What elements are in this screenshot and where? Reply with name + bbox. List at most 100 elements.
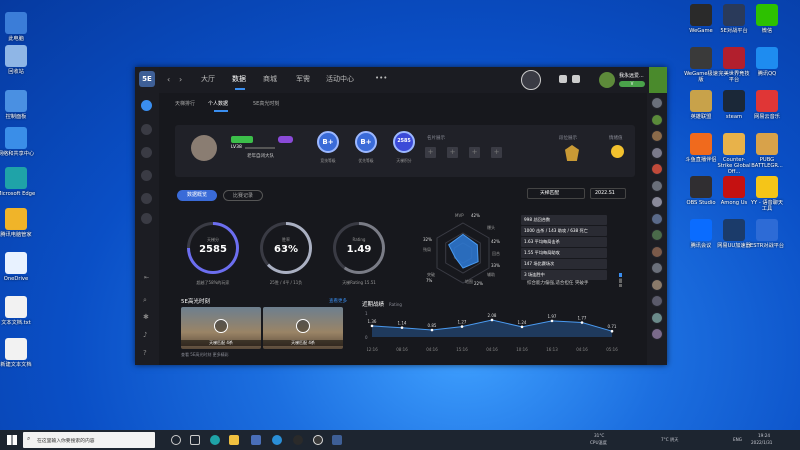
recent-point[interactable]: [430, 328, 434, 332]
friend-avatar[interactable]: [651, 113, 663, 126]
clock-time[interactable]: 19:24: [758, 433, 770, 438]
desktop-icon[interactable]: 控制面板: [0, 90, 46, 120]
desktop-icon[interactable]: ESTR对战平台: [749, 219, 785, 249]
highlights-more[interactable]: 查看更多: [329, 298, 347, 304]
page-dots[interactable]: [619, 273, 622, 287]
rank-badge[interactable]: B+: [317, 131, 339, 153]
settings-icon[interactable]: ✱: [143, 313, 149, 321]
desktop-icon[interactable]: 腾讯电脑管家: [0, 208, 46, 238]
friend-avatar[interactable]: [651, 179, 663, 192]
bell-icon[interactable]: ♪: [143, 331, 147, 339]
obs-icon[interactable]: [293, 435, 303, 445]
desktop-icon[interactable]: WeGame: [683, 4, 719, 34]
notification-icon[interactable]: [559, 75, 567, 83]
friend-avatar[interactable]: [651, 278, 663, 291]
expand-icon[interactable]: ⇤: [144, 274, 149, 281]
forward-icon[interactable]: ›: [179, 75, 182, 84]
desktop-icon[interactable]: 斗鱼直播伴侣: [683, 133, 719, 163]
friend-avatar[interactable]: [651, 212, 663, 225]
desktop-icon[interactable]: steam: [716, 90, 752, 120]
recent-point[interactable]: [520, 325, 524, 329]
recent-point[interactable]: [370, 324, 374, 328]
friend-avatar[interactable]: [651, 262, 663, 274]
start-icon[interactable]: [7, 435, 17, 445]
subtab[interactable]: 个人数据: [208, 100, 228, 107]
cortana-icon[interactable]: [171, 435, 181, 445]
tray-temp[interactable]: 7°C 阴天: [661, 437, 678, 443]
title-slot[interactable]: +: [447, 147, 458, 158]
home-icon[interactable]: [141, 100, 152, 111]
friend-avatar[interactable]: [651, 130, 663, 142]
friend-avatar[interactable]: [651, 328, 663, 340]
desktop-icon[interactable]: 微信: [749, 4, 785, 34]
desktop-icon[interactable]: 网易云音乐: [749, 90, 785, 120]
desktop-icon[interactable]: 网络和共享中心: [0, 127, 46, 157]
nav-tab[interactable]: 军需: [296, 74, 310, 84]
profile-avatar[interactable]: [191, 135, 217, 161]
desktop-icon[interactable]: 新建文本文档: [0, 338, 46, 368]
desktop-icon[interactable]: OBS Studio: [683, 176, 719, 206]
filter-button[interactable]: 比赛记录: [223, 190, 263, 201]
desktop-icon[interactable]: 腾讯QQ: [749, 47, 785, 77]
nav-tab[interactable]: 大厅: [201, 74, 215, 84]
friend-avatar[interactable]: [651, 245, 663, 258]
back-icon[interactable]: ‹: [167, 75, 170, 84]
desktop-icon[interactable]: Microsoft Edge: [0, 167, 46, 197]
friend-avatar[interactable]: [651, 163, 663, 175]
recent-point[interactable]: [490, 318, 494, 322]
tray-lang[interactable]: ENG: [733, 437, 742, 442]
friend-avatar[interactable]: [651, 295, 663, 307]
desktop-icon[interactable]: 网易UU加速器: [716, 219, 752, 249]
recent-point[interactable]: [580, 321, 584, 324]
friend-avatar[interactable]: [651, 196, 663, 208]
desktop-icon[interactable]: 英雄联盟: [683, 90, 719, 120]
highlight-clip[interactable]: 天梯匹配 4杀: [181, 307, 261, 349]
desktop-icon[interactable]: 回收站: [0, 45, 46, 75]
nav-tab[interactable]: 活动中心: [326, 74, 354, 84]
desktop-icon[interactable]: 腾讯会议: [683, 219, 719, 249]
nav-tab[interactable]: 数据: [232, 74, 246, 84]
recent-point[interactable]: [550, 319, 554, 323]
lock-icon[interactable]: [141, 170, 152, 181]
message-icon[interactable]: [572, 75, 580, 83]
friend-avatar[interactable]: [651, 229, 663, 241]
nav-tab[interactable]: •••: [375, 74, 387, 82]
edge-icon[interactable]: [210, 435, 220, 445]
friend-avatar[interactable]: [651, 146, 663, 159]
lock-icon[interactable]: [141, 213, 152, 224]
play-icon[interactable]: [296, 319, 310, 333]
title-slot[interactable]: +: [425, 147, 436, 158]
edge2-icon[interactable]: [272, 435, 282, 445]
csgo-icon[interactable]: [313, 435, 323, 445]
help-icon[interactable]: ?: [143, 349, 147, 357]
season-select[interactable]: 2022.S1: [590, 188, 626, 199]
clock-date[interactable]: 2022/1/31: [751, 440, 772, 445]
subtab[interactable]: 天梯排行: [175, 100, 195, 107]
lock-icon[interactable]: [141, 124, 152, 135]
filter-button[interactable]: 数据概览: [177, 190, 217, 201]
desktop-icon[interactable]: 此电脑: [0, 12, 46, 42]
title-slot[interactable]: +: [491, 147, 502, 158]
taskview-icon[interactable]: [190, 435, 200, 445]
store-icon[interactable]: [251, 435, 261, 445]
friend-avatar[interactable]: [651, 97, 663, 109]
title-slot[interactable]: +: [469, 147, 480, 158]
desktop-icon[interactable]: Counter-Strike Global Off...: [716, 133, 752, 176]
desktop-icon[interactable]: PUBG BATTLEGR...: [749, 133, 785, 169]
team-tag[interactable]: 老年自闭大队: [247, 153, 274, 159]
user-name[interactable]: 我永远爱...: [619, 72, 644, 79]
recent-point[interactable]: [460, 325, 464, 328]
5e-icon[interactable]: [332, 435, 342, 445]
play-icon[interactable]: [214, 319, 228, 333]
recent-point[interactable]: [610, 329, 614, 333]
explorer-icon[interactable]: [229, 435, 239, 445]
mode-select[interactable]: 天梯匹配: [527, 188, 585, 199]
friend-avatar[interactable]: [651, 311, 663, 324]
desktop-icon[interactable]: 文本文档.txt: [0, 296, 46, 326]
desktop-icon[interactable]: Among Us: [716, 176, 752, 206]
recent-point[interactable]: [400, 326, 404, 329]
search-icon[interactable]: ⌕: [143, 296, 147, 305]
subtab[interactable]: 5E高光时刻: [253, 100, 279, 107]
desktop-icon[interactable]: 完美世界竞技平台: [716, 47, 752, 83]
lock-icon[interactable]: [141, 193, 152, 204]
